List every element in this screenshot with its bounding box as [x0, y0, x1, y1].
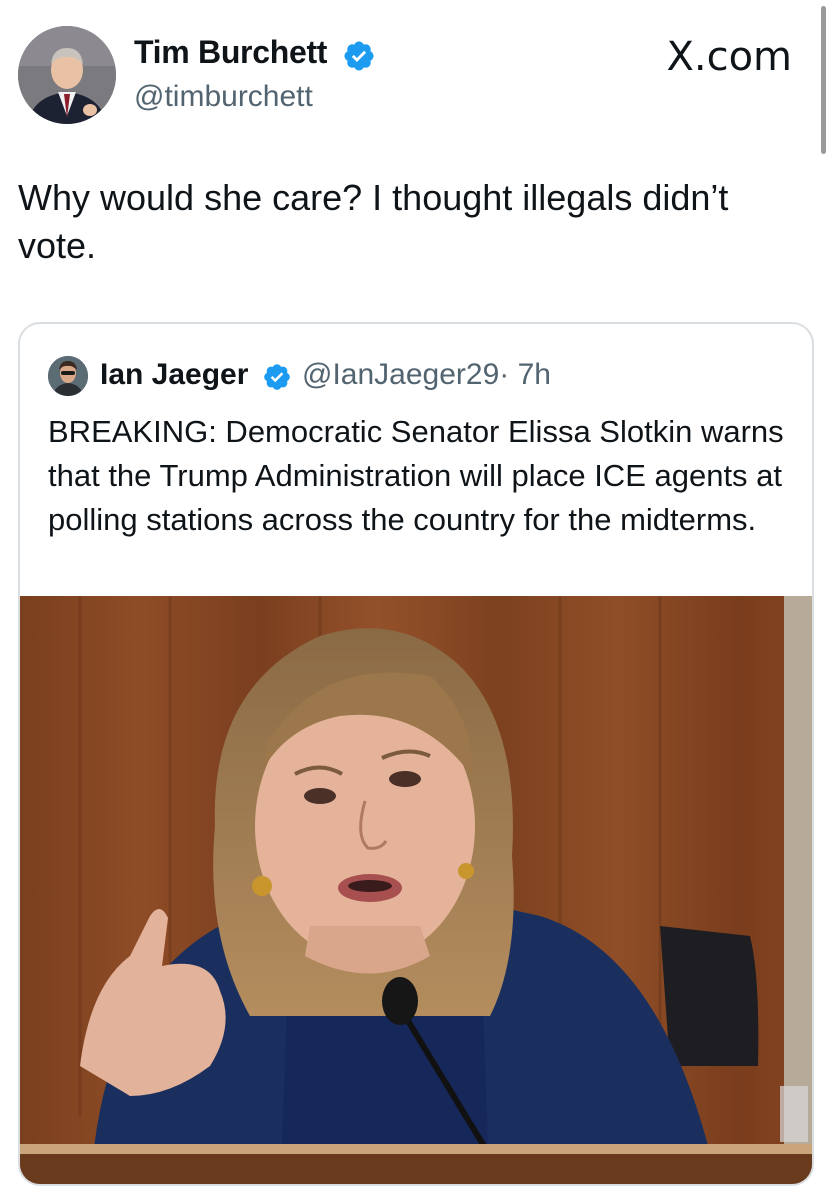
quoted-author-name[interactable]: Ian Jaeger: [100, 358, 248, 392]
site-brand-label: X.com: [666, 34, 792, 80]
senator-photo: [20, 596, 812, 1184]
author-avatar-photo: [18, 26, 116, 124]
author-name[interactable]: Tim Burchett: [134, 34, 327, 71]
tweet-screenshot: Tim Burchett @timburchett X.com Why woul…: [0, 0, 832, 1200]
quoted-author-handle[interactable]: @IanJaeger29: [302, 358, 499, 391]
author-avatar[interactable]: [18, 26, 116, 124]
quoted-tweet-photo[interactable]: [20, 596, 812, 1184]
author-handle[interactable]: @timburchett: [134, 80, 313, 114]
scroll-indicator[interactable]: [821, 6, 826, 154]
quoted-author-avatar[interactable]: [48, 356, 88, 396]
quoted-tweet-text: BREAKING: Democratic Senator Elissa Slot…: [48, 414, 784, 537]
quoted-avatar-photo: [48, 356, 88, 396]
quoted-tweet-card[interactable]: Ian Jaeger @IanJaeger29· 7h BREAKING: De…: [18, 322, 814, 1186]
quoted-timestamp[interactable]: · 7h: [499, 358, 551, 391]
verified-badge-icon: [344, 41, 374, 71]
tweet-text: Why would she care? I thought illegals d…: [18, 177, 729, 266]
verified-badge-icon: [264, 364, 290, 390]
quoted-author-handle-time[interactable]: @IanJaeger29· 7h: [302, 358, 551, 392]
